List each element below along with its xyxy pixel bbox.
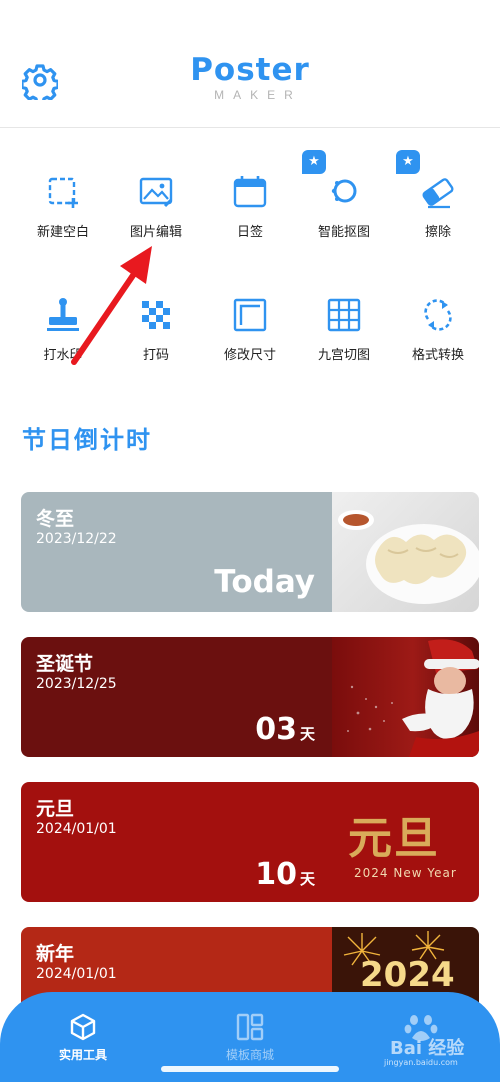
fireworks-title: 2024 bbox=[360, 955, 455, 995]
tool-image-edit[interactable]: 图片编辑 bbox=[106, 174, 206, 240]
calligraphy-title: 元旦 bbox=[348, 813, 440, 864]
watermark-url: jingyan.baidu.com bbox=[384, 1058, 458, 1067]
tool-new-blank[interactable]: 新建空白 bbox=[13, 174, 113, 240]
logo-subtitle: MAKER bbox=[214, 88, 302, 102]
santa-photo bbox=[332, 637, 479, 757]
eraser-icon bbox=[422, 178, 454, 209]
cube-icon bbox=[70, 1013, 96, 1041]
tool-format-convert[interactable]: 格式转换 bbox=[388, 297, 488, 363]
new-blank-icon bbox=[48, 177, 78, 208]
resize-icon bbox=[233, 298, 267, 332]
countdown-value: 10 天 bbox=[255, 857, 315, 892]
holiday-date: 2024/01/01 bbox=[36, 821, 117, 837]
holiday-name: 冬至 bbox=[36, 508, 75, 530]
home-indicator bbox=[161, 1066, 339, 1072]
tool-label: 擦除 bbox=[424, 225, 451, 240]
countdown-value: Today bbox=[214, 564, 315, 600]
watermark-text: Bai 经验 bbox=[390, 1038, 465, 1059]
countdown-unit: 天 bbox=[299, 870, 315, 888]
calligraphy-caption: 2024 New Year bbox=[354, 866, 457, 880]
baidu-watermark: Bai 经验 jingyan.baidu.com bbox=[380, 1012, 495, 1068]
tool-resize[interactable]: 修改尺寸 bbox=[200, 297, 300, 363]
holiday-name: 新年 bbox=[36, 943, 75, 965]
app-header: Poster MAKER bbox=[0, 0, 500, 128]
holiday-card-winter-solstice[interactable]: 冬至 2023/12/22 Today bbox=[21, 492, 479, 612]
holiday-date: 2023/12/25 bbox=[36, 676, 117, 692]
tool-eraser[interactable]: 擦除 bbox=[388, 174, 488, 240]
countdown-value: 03 天 bbox=[255, 712, 315, 747]
annotation-arrow bbox=[71, 246, 152, 365]
smart-cutout-icon bbox=[331, 179, 357, 203]
countdown-number: 10 bbox=[255, 857, 297, 892]
convert-icon bbox=[424, 299, 452, 331]
calendar-icon bbox=[233, 176, 267, 208]
app-logo: Poster MAKER bbox=[0, 52, 500, 102]
holiday-name: 圣诞节 bbox=[36, 653, 94, 675]
tab-label: 实用工具 bbox=[58, 1048, 107, 1062]
image-edit-icon bbox=[139, 177, 173, 208]
tool-label: 日签 bbox=[236, 225, 263, 240]
tool-label: 修改尺寸 bbox=[223, 348, 276, 363]
tool-label: 格式转换 bbox=[411, 348, 464, 363]
new-year-calligraphy: 元旦 2024 New Year bbox=[332, 782, 479, 902]
premium-star-badge: ★ bbox=[302, 150, 326, 174]
holiday-date: 2023/12/22 bbox=[36, 531, 117, 547]
grid-nine-icon bbox=[327, 298, 361, 332]
holiday-date: 2024/01/01 bbox=[36, 966, 117, 982]
dumplings-photo bbox=[332, 492, 479, 612]
tool-daily-sign[interactable]: 日签 bbox=[200, 174, 300, 240]
holiday-name: 元旦 bbox=[36, 798, 75, 820]
countdown-unit: 天 bbox=[299, 725, 315, 743]
tab-practical-tools[interactable]: 实用工具 bbox=[28, 1012, 138, 1063]
holiday-card-new-years-day[interactable]: 元旦 2024 New Year 元旦 2024/01/01 10 天 bbox=[21, 782, 479, 902]
countdown-number: 03 bbox=[255, 712, 297, 747]
tab-template-store[interactable]: 模板商城 bbox=[195, 1012, 305, 1063]
template-icon bbox=[236, 1013, 264, 1041]
logo-title: Poster bbox=[190, 52, 310, 88]
holiday-card-christmas[interactable]: 圣诞节 2023/12/25 03 天 bbox=[21, 637, 479, 757]
premium-star-badge: ★ bbox=[396, 150, 420, 174]
tool-smart-cutout[interactable]: 智能抠图 bbox=[294, 174, 394, 240]
section-title: 节日倒计时 bbox=[22, 426, 152, 454]
tool-label: 智能抠图 bbox=[317, 225, 370, 240]
tab-label: 模板商城 bbox=[225, 1048, 274, 1062]
tool-label: 九宫切图 bbox=[317, 348, 370, 363]
tool-nine-grid[interactable]: 九宫切图 bbox=[294, 297, 394, 363]
